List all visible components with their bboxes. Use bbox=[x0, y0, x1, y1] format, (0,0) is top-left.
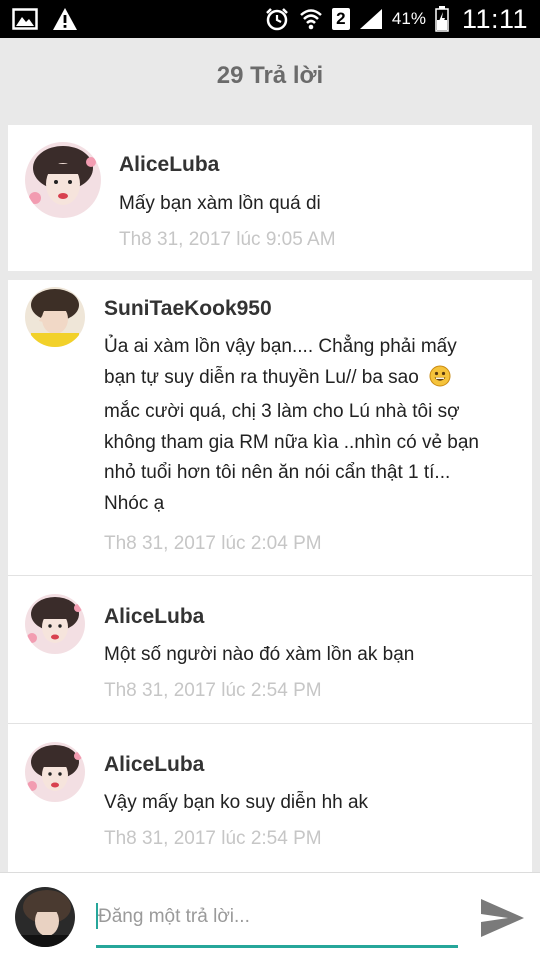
send-icon bbox=[481, 899, 524, 937]
reply-text: Ủa ai xàm lồn vậy bạn.... Chẳng phải mấy… bbox=[104, 332, 524, 519]
signal-icon bbox=[359, 8, 383, 30]
image-icon bbox=[12, 8, 38, 30]
grinning-emoji-icon bbox=[429, 365, 451, 398]
reply-text-line: Ủa ai xàm lồn vậy bạn.... Chẳng phải mấy bbox=[104, 336, 457, 357]
avatar[interactable] bbox=[25, 594, 85, 654]
battery-percent: 41% bbox=[391, 9, 426, 28]
send-button[interactable] bbox=[478, 897, 526, 939]
reply-text-line: không tham gia RM nữa kìa ..nhìn có vẻ b… bbox=[104, 431, 479, 453]
comment-author[interactable]: AliceLuba bbox=[119, 153, 219, 177]
reply-text-line: mắc cười quá, chị 3 làm cho Lú nhà tôi s… bbox=[104, 401, 460, 422]
reply-timestamp: Th8 31, 2017 lúc 2:54 PM bbox=[104, 680, 322, 701]
thread-header: 29 Trả lời bbox=[0, 38, 540, 113]
warning-icon bbox=[52, 7, 78, 31]
divider bbox=[8, 575, 532, 576]
main-comment-card[interactable]: AliceLuba Mấy bạn xàm lồn quá di Th8 31,… bbox=[8, 125, 532, 271]
comment-text: Mấy bạn xàm lồn quá di bbox=[119, 193, 321, 214]
wifi-icon bbox=[299, 7, 323, 31]
reply-text-line: nhỏ tuổi hơn tôi nên ăn nói cẩn thật 1 t… bbox=[104, 462, 451, 483]
alarm-icon bbox=[264, 6, 290, 32]
avatar[interactable] bbox=[25, 742, 85, 802]
reply-text: Một số người nào đó xàm lồn ak bạn bbox=[104, 644, 415, 665]
reply-text: Vậy mấy bạn ko suy diễn hh ak bbox=[104, 792, 369, 813]
compose-bar bbox=[0, 872, 540, 961]
clock: 11:11 bbox=[461, 3, 528, 34]
reply-timestamp: Th8 31, 2017 lúc 2:54 PM bbox=[104, 828, 322, 849]
battery-icon bbox=[435, 6, 449, 32]
reply-input-wrapper bbox=[96, 895, 458, 948]
reply-author[interactable]: SuniTaeKook950 bbox=[104, 297, 272, 321]
reply-author[interactable]: AliceLuba bbox=[104, 605, 204, 629]
page-title: 29 Trả lời bbox=[216, 61, 324, 89]
status-bar: 2 41% 11:11 bbox=[0, 0, 540, 38]
divider bbox=[8, 723, 532, 724]
reply-input[interactable] bbox=[96, 901, 458, 933]
reply-text-line: Nhóc ạ bbox=[104, 492, 165, 514]
comment-timestamp: Th8 31, 2017 lúc 9:05 AM bbox=[119, 229, 336, 250]
reply-timestamp: Th8 31, 2017 lúc 2:04 PM bbox=[104, 533, 322, 554]
sim-icon: 2 bbox=[331, 8, 350, 30]
reply-author[interactable]: AliceLuba bbox=[104, 753, 204, 777]
reply-text-line-with-emoji: bạn tự suy diễn ra thuyền Lu// ba sao bbox=[104, 363, 524, 398]
reply-text-line: bạn tự suy diễn ra thuyền Lu// ba sao bbox=[104, 366, 419, 388]
avatar[interactable] bbox=[25, 142, 101, 218]
replies-card: SuniTaeKook950 Ủa ai xàm lồn vậy bạn....… bbox=[8, 280, 532, 872]
avatar[interactable] bbox=[25, 287, 85, 347]
current-user-avatar[interactable] bbox=[15, 887, 75, 947]
